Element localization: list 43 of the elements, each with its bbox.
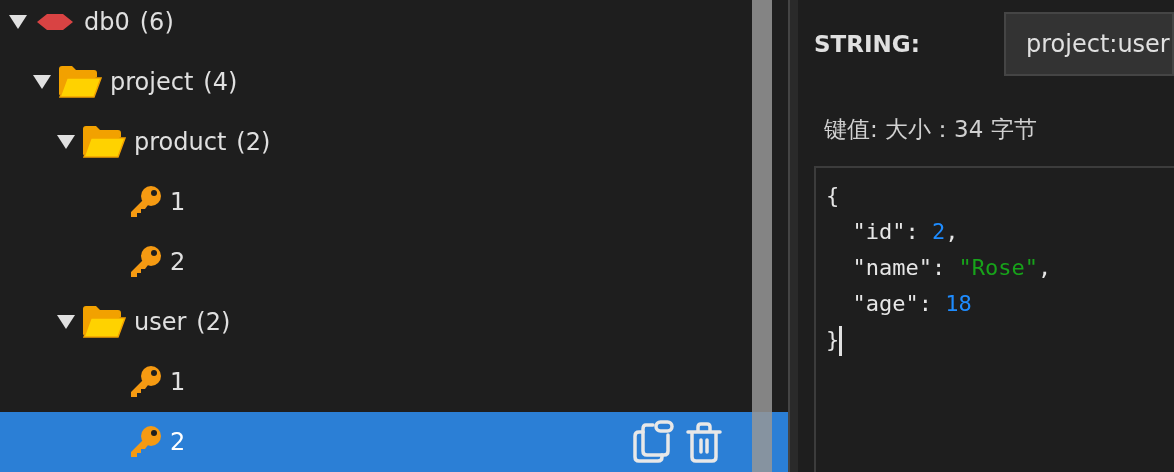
code-line: { (826, 182, 841, 210)
item-count: (4) (203, 68, 238, 96)
tree-item[interactable]: 1 (0, 352, 788, 412)
tree-label: product (134, 128, 227, 156)
tree-label: 2 (170, 428, 186, 456)
key-icon (128, 425, 162, 459)
key-icon (128, 185, 162, 219)
tree-item[interactable]: product (2) (0, 112, 788, 172)
tree-label: db0 (84, 8, 130, 36)
tree-item[interactable]: 2 (0, 232, 788, 292)
tree-item[interactable]: 2 (0, 412, 788, 472)
code-line: "id": 2, (851, 218, 960, 246)
expand-arrow-icon[interactable] (56, 314, 76, 330)
trash-icon (684, 419, 724, 465)
folder-icon (82, 305, 126, 339)
tree-item[interactable]: user (2) (0, 292, 788, 352)
expand-arrow-icon[interactable] (32, 74, 52, 90)
code-line: "name": "Rose", (851, 254, 1053, 282)
size-label: 键值: 大小：34 字节 (823, 115, 1038, 144)
tree-label: 1 (170, 188, 186, 216)
scrollbar[interactable] (752, 0, 772, 472)
expand-arrow-icon[interactable] (8, 14, 28, 30)
code-line: } (826, 322, 1164, 358)
tree-label: 1 (170, 368, 186, 396)
tree-item[interactable]: db0 (6) (0, 0, 788, 52)
folder-icon (58, 65, 102, 99)
type-label: STRING: (814, 31, 921, 57)
value-editor[interactable]: { "id": 2, "name": "Rose", "age": 18 } (814, 166, 1174, 472)
tree-item[interactable]: 1 (0, 172, 788, 232)
folder-icon (82, 125, 126, 159)
item-count: (6) (139, 8, 174, 36)
expand-arrow-icon[interactable] (56, 134, 76, 150)
key-name-field[interactable]: project:user (1004, 12, 1174, 76)
key-icon (128, 245, 162, 279)
tree-label: project (110, 68, 194, 96)
code-line: "age": 18 (851, 290, 973, 318)
item-count: (2) (236, 128, 271, 156)
tree-item[interactable]: project (4) (0, 52, 788, 112)
tree-label: user (134, 308, 187, 336)
copy-icon (632, 419, 676, 465)
key-icon (128, 365, 162, 399)
tree-label: 2 (170, 248, 186, 276)
item-count: (2) (196, 308, 231, 336)
